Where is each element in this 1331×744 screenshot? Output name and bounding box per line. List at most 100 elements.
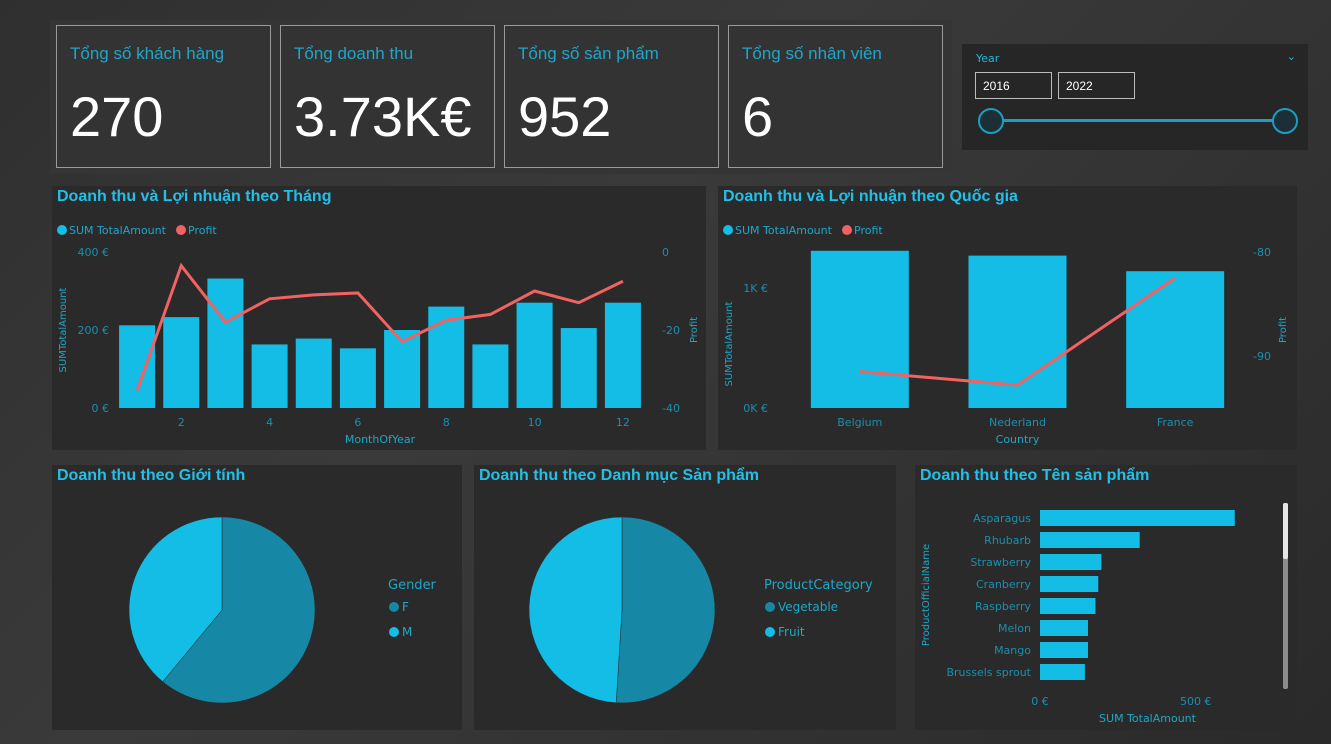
y-tick-label: 0K € [743, 402, 768, 415]
scrollbar-thumb [1283, 503, 1288, 559]
bar [207, 278, 244, 408]
legend-label: Fruit [778, 625, 805, 639]
legend-marker [57, 225, 67, 235]
product-chart-panel: Doanh thu theo Tên sản phẩm Asparagus Rhu… [915, 465, 1297, 730]
y-axis-label: SUMTotalAmount [58, 287, 69, 372]
legend-label: SUM TotalAmount [735, 224, 833, 237]
y-axis-label: SUMTotalAmount [724, 301, 735, 386]
kpi-value: 6 [742, 85, 774, 148]
x-tick-label: 12 [616, 416, 630, 429]
x-tick-label: 0 € [1031, 695, 1049, 708]
x-tick-label: 10 [528, 416, 542, 429]
bar [810, 250, 909, 408]
kpi-strip: Tổng số khách hàng 270 Tổng doanh thu 3.… [50, 20, 952, 174]
bar [516, 302, 553, 408]
legend-marker [389, 627, 399, 637]
pie-slice [615, 516, 716, 704]
bar [163, 317, 200, 408]
bar [604, 302, 641, 408]
year-slicer[interactable]: Year ⌄ 2016 2022 [962, 44, 1308, 150]
legend-marker [723, 225, 733, 235]
country-chart-panel: Doanh thu và Lợi nhuận theo Quốc gia SUM… [718, 186, 1297, 450]
y2-axis-label: Profit [1278, 317, 1289, 343]
chevron-down-icon[interactable]: ⌄ [1287, 50, 1296, 63]
legend-marker [765, 602, 775, 612]
product-bar-chart[interactable]: Asparagus Rhubarb Strawberry Cranberry Raspb… [915, 465, 1297, 730]
bar [1126, 271, 1225, 408]
x-tick-label: 4 [266, 416, 273, 429]
year-to-input[interactable]: 2022 [1058, 72, 1135, 99]
slider-handle-end[interactable] [1272, 108, 1298, 134]
x-tick-label: Belgium [837, 416, 882, 429]
legend-label: M [402, 625, 412, 639]
legend-marker [765, 627, 775, 637]
gender-pie-chart[interactable]: Gender FM [52, 465, 462, 730]
y-axis-label: ProductOfficialName [921, 544, 932, 646]
kpi-label: Tổng doanh thu [294, 44, 414, 63]
bar [1040, 532, 1140, 548]
y-tick-label: 200 € [78, 324, 110, 337]
kpi-card-products[interactable]: Tổng số sản phẩm 952 [504, 25, 719, 168]
slider-handle-start[interactable] [978, 108, 1004, 134]
legend-title: ProductCategory [764, 578, 873, 593]
y-tick-label: Mango [994, 644, 1031, 657]
legend-label: F [402, 600, 409, 614]
kpi-card-customers[interactable]: Tổng số khách hàng 270 [56, 25, 271, 168]
x-axis-label: SUM TotalAmount [1099, 712, 1197, 725]
y-tick-label: Brussels sprout [946, 666, 1031, 679]
legend-label: Vegetable [778, 600, 838, 614]
bar [251, 344, 288, 408]
kpi-label: Tổng số nhân viên [742, 44, 882, 63]
slicer-title: Year [976, 52, 1000, 65]
y-tick-label: Asparagus [973, 512, 1031, 525]
x-axis-label: Country [996, 433, 1040, 446]
category-pie-chart[interactable]: ProductCategory Vegetable Fruit [474, 465, 896, 730]
bar [472, 344, 509, 408]
bar [1040, 576, 1099, 592]
legend-title: Gender [388, 578, 437, 593]
monthly-chart-panel: Doanh thu và Lợi nhuận theo Tháng SUM To… [52, 186, 706, 450]
slider-track[interactable] [990, 119, 1286, 122]
y-tick-label: 1K € [743, 282, 768, 295]
y-tick-label: Raspberry [975, 600, 1031, 613]
x-tick-label: 6 [354, 416, 361, 429]
bar [339, 348, 376, 408]
bar [1040, 510, 1235, 526]
y2-tick-label: -80 [1253, 246, 1271, 259]
y-tick-label: Cranberry [976, 578, 1032, 591]
x-tick-label: 8 [443, 416, 450, 429]
legend-marker [389, 602, 399, 612]
bar [1040, 664, 1085, 680]
y-tick-label: Rhubarb [984, 534, 1031, 547]
kpi-label: Tổng số sản phẩm [518, 44, 659, 63]
legend-label: Profit [854, 224, 883, 237]
kpi-card-revenue[interactable]: Tổng doanh thu 3.73K€ [280, 25, 495, 168]
gender-chart-panel: Doanh thu theo Giới tính Gender F M [52, 465, 462, 730]
legend-marker [842, 225, 852, 235]
x-tick-label: France [1157, 416, 1194, 429]
y2-tick-label: -90 [1253, 350, 1271, 363]
bar [560, 328, 597, 408]
kpi-card-employees[interactable]: Tổng số nhân viên 6 [728, 25, 943, 168]
y2-tick-label: -40 [662, 402, 680, 415]
category-chart-panel: Doanh thu theo Danh mục Sản phẩm Product… [474, 465, 896, 730]
y-tick-label: 400 € [78, 246, 110, 259]
legend-label: SUM TotalAmount [69, 224, 167, 237]
pie-slice [528, 516, 623, 704]
legend-label: Profit [188, 224, 217, 237]
x-tick-label: Nederland [989, 416, 1046, 429]
bar [1040, 598, 1096, 614]
bar [1040, 620, 1088, 636]
y2-tick-label: 0 [662, 246, 669, 259]
year-from-input[interactable]: 2016 [975, 72, 1052, 99]
kpi-value: 3.73K€ [294, 85, 472, 148]
bar [1040, 642, 1088, 658]
x-axis-label: MonthOfYear [345, 433, 416, 446]
monthly-chart[interactable]: SUM TotalAmount Profit 400 € 200 € 0 € 0 -20 -4… [52, 186, 706, 450]
country-chart[interactable]: SUM TotalAmount Profit 1K € 0K € -80 -90 SUMTo… [718, 186, 1297, 450]
kpi-value: 270 [70, 85, 164, 148]
legend-marker [176, 225, 186, 235]
bar [1040, 554, 1102, 570]
bar [119, 325, 156, 408]
y2-axis-label: Profit [689, 317, 700, 343]
